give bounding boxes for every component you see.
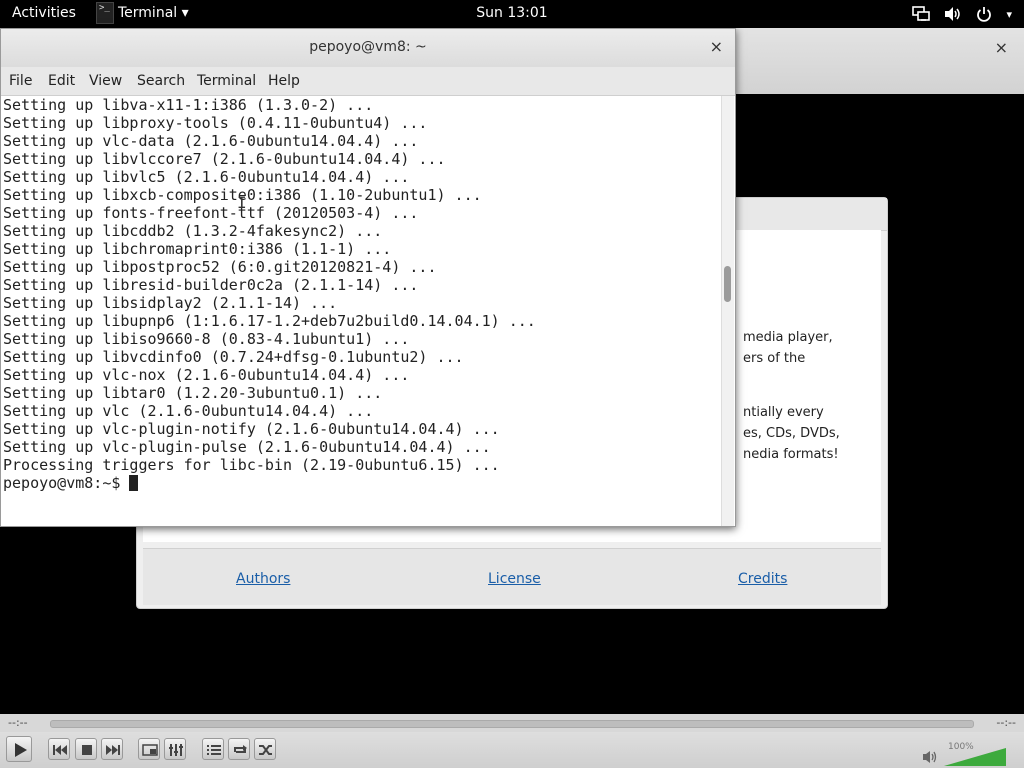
fullscreen-icon (142, 744, 158, 756)
speaker-icon[interactable] (922, 750, 938, 764)
shuffle-icon (259, 745, 272, 755)
app-menu-label: Terminal ▾ (118, 5, 189, 21)
terminal-line: Setting up libresid-builder0c2a (2.1.1-1… (3, 276, 419, 294)
menu-file[interactable]: File (9, 73, 32, 89)
terminal-line: Setting up libcddb2 (1.3.2-4fakesync2) .… (3, 222, 383, 240)
menu-edit[interactable]: Edit (48, 73, 75, 89)
menu-help[interactable]: Help (268, 73, 300, 89)
terminal-line: Setting up fonts-freefont-ttf (20120503-… (3, 204, 419, 222)
terminal-menubar: File Edit View Search Terminal Help (1, 67, 735, 96)
about-text-line: ntially every (743, 405, 824, 420)
menu-view[interactable]: View (89, 73, 122, 89)
stop-button[interactable] (75, 738, 97, 760)
next-button[interactable] (101, 738, 123, 760)
vlc-close-button[interactable]: × (995, 38, 1008, 57)
credits-link[interactable]: Credits (738, 571, 787, 587)
shuffle-button[interactable] (254, 738, 276, 760)
activities-button[interactable]: Activities (12, 5, 76, 21)
terminal-line: Setting up libproxy-tools (0.4.11-0ubunt… (3, 114, 428, 132)
terminal-line: Setting up libvlccore7 (2.1.6-0ubuntu14.… (3, 150, 446, 168)
vlc-controls: 100% (0, 732, 1024, 768)
terminal-line: Setting up libpostproc52 (6:0.git2012082… (3, 258, 437, 276)
terminal-line: Setting up libsidplay2 (2.1.1-14) ... (3, 294, 338, 312)
loop-button[interactable] (228, 738, 250, 760)
terminal-line: Setting up vlc-plugin-notify (2.1.6-0ubu… (3, 420, 500, 438)
about-text-line: media player, (743, 330, 833, 345)
terminal-cursor (129, 475, 139, 491)
top-panel: Activities >_ Terminal ▾ Sun 13:01 ▾ (0, 0, 1024, 28)
extended-settings-button[interactable] (164, 738, 186, 760)
vlc-titlebar: × (736, 28, 1024, 94)
power-icon[interactable] (976, 6, 992, 22)
playlist-button[interactable] (202, 738, 224, 760)
terminal-line: Setting up libvcdinfo0 (0.7.24+dfsg-0.1u… (3, 348, 464, 366)
next-icon (106, 745, 120, 755)
stop-icon (82, 745, 92, 755)
terminal-close-button[interactable]: × (710, 37, 723, 56)
terminal-line: Setting up vlc (2.1.6-0ubuntu14.04.4) ..… (3, 402, 374, 420)
terminal-window: pepoyo@vm8: ~ × File Edit View Search Te… (0, 28, 736, 527)
text-cursor-icon: I (237, 193, 247, 212)
play-icon (15, 743, 27, 757)
terminal-title: pepoyo@vm8: ~ (309, 39, 427, 55)
terminal-line: Setting up vlc-nox (2.1.6-0ubuntu14.04.4… (3, 366, 410, 384)
terminal-line: Setting up vlc-data (2.1.6-0ubuntu14.04.… (3, 132, 419, 150)
network-icon[interactable] (912, 6, 931, 22)
remaining-time[interactable]: --:-- (996, 716, 1016, 729)
license-link[interactable]: License (488, 571, 541, 587)
terminal-line: Setting up libtar0 (1.2.20-3ubuntu0.1) .… (3, 384, 383, 402)
chevron-down-icon[interactable]: ▾ (1006, 8, 1012, 21)
system-tray[interactable]: ▾ (912, 4, 1012, 24)
loop-icon (234, 745, 247, 753)
about-text-line: ers of the (743, 351, 806, 366)
menu-search[interactable]: Search (137, 73, 185, 89)
terminal-line: Setting up libva-x11-1:i386 (1.3.0-2) ..… (3, 96, 374, 114)
play-button[interactable] (6, 736, 32, 762)
terminal-line: Setting up libvlc5 (2.1.6-0ubuntu14.04.4… (3, 168, 410, 186)
terminal-output[interactable]: Setting up libva-x11-1:i386 (1.3.0-2) ..… (2, 96, 723, 526)
equalizer-icon (169, 744, 183, 756)
about-text-line: es, CDs, DVDs, (743, 426, 840, 441)
volume-slider[interactable] (944, 748, 1006, 766)
scrollbar-thumb[interactable] (724, 266, 731, 302)
terminal-line: Setting up libchromaprint0:i386 (1.1-1) … (3, 240, 392, 258)
elapsed-time: --:-- (8, 716, 28, 729)
previous-icon (53, 745, 67, 755)
terminal-line: Setting up libxcb-composite0:i386 (1.10-… (3, 186, 482, 204)
volume-icon[interactable] (944, 6, 962, 22)
terminal-line: Setting up vlc-plugin-pulse (2.1.6-0ubun… (3, 438, 491, 456)
authors-link[interactable]: Authors (236, 571, 290, 587)
terminal-line: Setting up libiso9660-8 (0.83-4.1ubuntu1… (3, 330, 410, 348)
menu-terminal[interactable]: Terminal (197, 73, 256, 89)
terminal-lines: Setting up libva-x11-1:i386 (1.3.0-2) ..… (2, 96, 723, 492)
clock[interactable]: Sun 13:01 (476, 5, 547, 21)
vlc-seek-bar: --:-- --:-- (0, 714, 1024, 732)
previous-button[interactable] (48, 738, 70, 760)
terminal-prompt: pepoyo@vm8:~$ (3, 474, 130, 492)
terminal-app-icon: >_ (96, 2, 114, 24)
terminal-scrollbar[interactable] (721, 96, 734, 526)
terminal-prompt-line[interactable]: pepoyo@vm8:~$ (3, 474, 723, 492)
terminal-titlebar[interactable]: pepoyo@vm8: ~ × (1, 29, 735, 67)
playlist-icon (207, 745, 221, 755)
terminal-line: Processing triggers for libc-bin (2.19-0… (3, 456, 500, 474)
about-text-line: nedia formats! (743, 447, 839, 462)
seek-slider[interactable] (50, 720, 974, 728)
about-dialog-footer: Authors License Credits (143, 548, 881, 605)
fullscreen-button[interactable] (138, 738, 160, 760)
terminal-line: Setting up libupnp6 (1:1.6.17-1.2+deb7u2… (3, 312, 536, 330)
